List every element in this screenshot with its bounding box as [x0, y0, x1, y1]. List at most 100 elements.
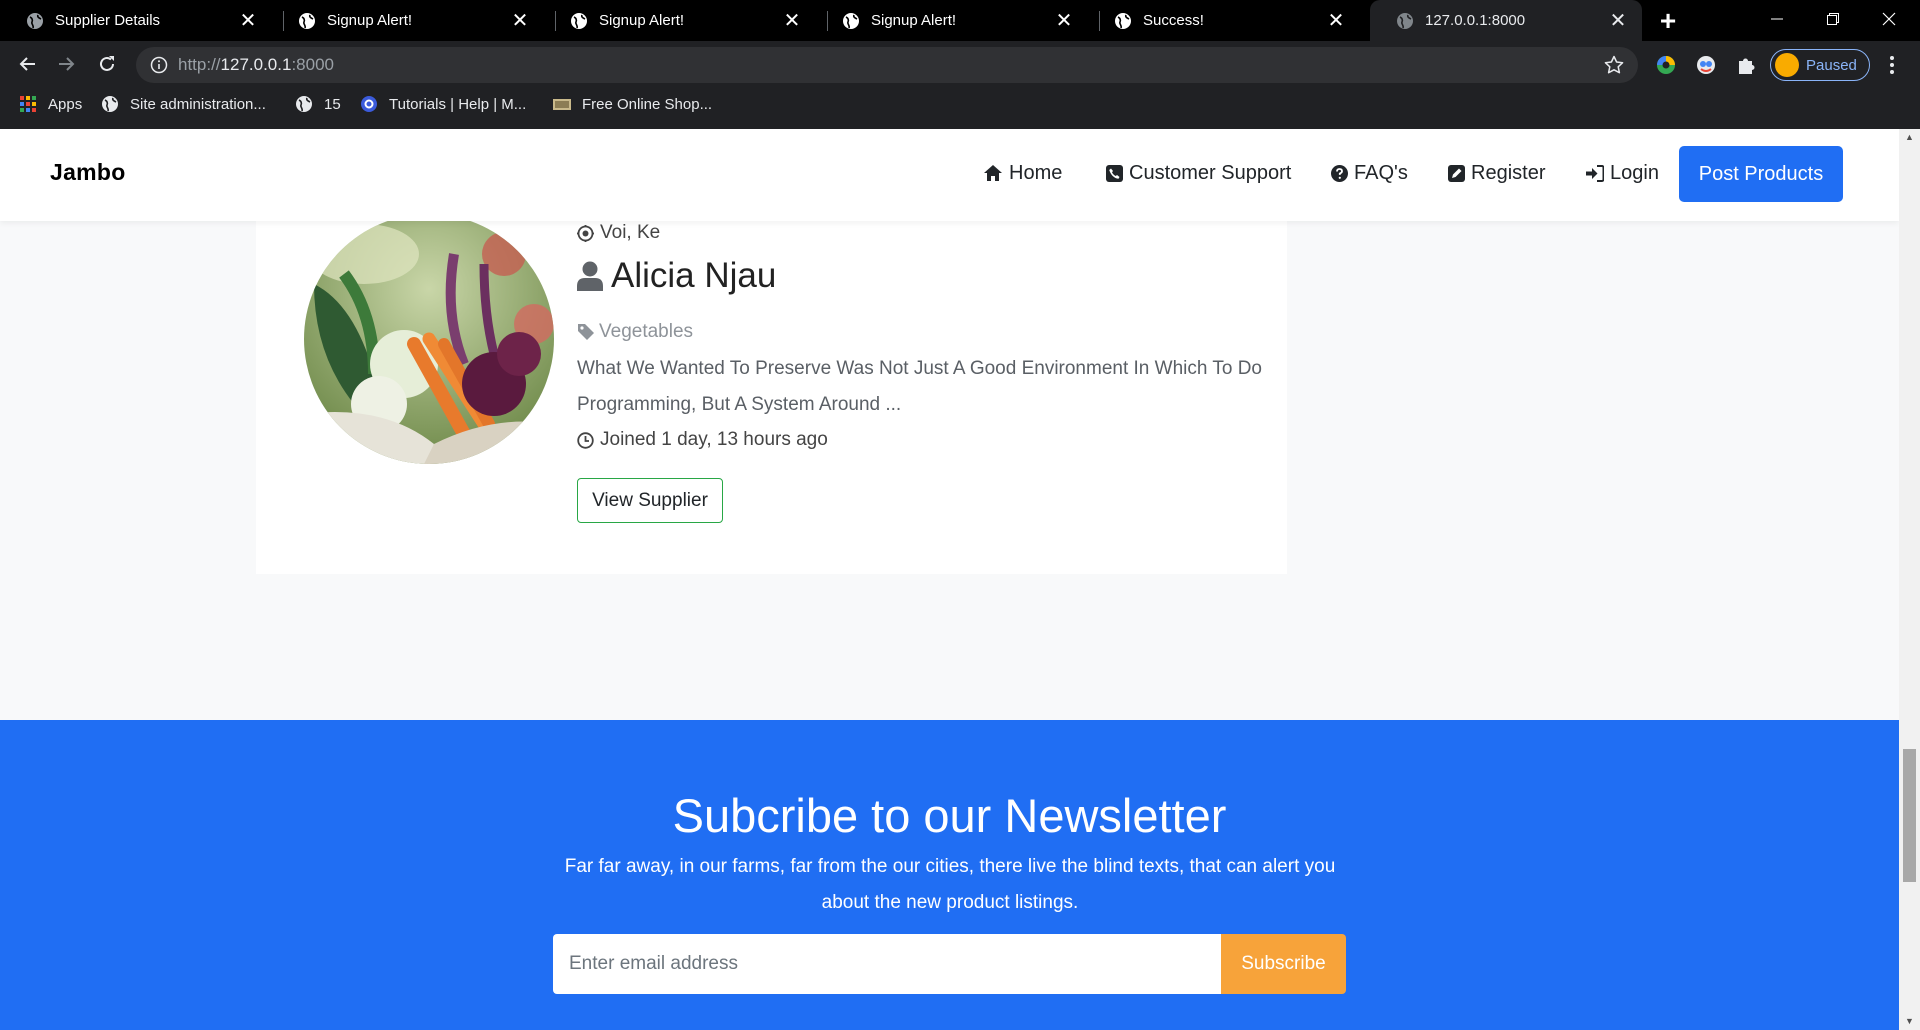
page-viewport[interactable]: Jambo Home Customer Support FAQ's Regist…: [0, 129, 1899, 1030]
supplier-photo: [304, 214, 554, 464]
close-icon[interactable]: ✕: [1324, 9, 1348, 33]
browser-toolbar: http://127.0.0.1:8000 Paused: [0, 41, 1920, 88]
browser-tab[interactable]: Signup Alert! ✕: [816, 0, 1088, 41]
extension-icon[interactable]: [1653, 52, 1679, 78]
bookmarks-bar: Apps Site administration... 15 Tutorials…: [0, 88, 1920, 129]
color-wheel-icon: [1657, 56, 1675, 74]
minimize-icon: [1771, 18, 1783, 20]
url-scheme: http://: [178, 55, 221, 74]
newsletter-text: Far far away, in our farms, far from the…: [564, 856, 1336, 913]
email-input[interactable]: [553, 934, 1221, 994]
minimize-button[interactable]: [1754, 4, 1800, 34]
close-window-button[interactable]: [1866, 4, 1912, 34]
page-scrollbar[interactable]: ▲ ▼: [1899, 129, 1920, 1030]
browser-tab[interactable]: Supplier Details ✕: [0, 0, 272, 41]
vegetables-image: [304, 214, 554, 464]
avatar: [1775, 53, 1799, 77]
joined-text: Joined 1 day, 13 hours ago: [600, 429, 828, 450]
bookmark-label: Site administration...: [130, 95, 266, 113]
tab-title: Supplier Details: [55, 12, 161, 29]
apps-grid-icon: [20, 96, 36, 112]
close-icon[interactable]: ✕: [508, 9, 532, 33]
browser-tab[interactable]: Signup Alert! ✕: [272, 0, 544, 41]
user-icon: [577, 261, 603, 291]
nav-login[interactable]: Login: [1586, 159, 1659, 187]
bookmark-site-admin[interactable]: Site administration...: [101, 88, 266, 120]
nav-faqs[interactable]: FAQ's: [1331, 159, 1408, 187]
card-icon: [553, 99, 571, 110]
category-text: Vegetables: [599, 321, 694, 342]
bookmark-label: Tutorials | Help | M...: [389, 95, 527, 113]
profile-button[interactable]: Paused: [1770, 49, 1870, 81]
sign-in-icon: [1586, 164, 1604, 182]
browser-tab[interactable]: Signup Alert! ✕: [544, 0, 816, 41]
post-products-button[interactable]: Post Products: [1679, 146, 1843, 202]
restore-button[interactable]: [1810, 4, 1856, 34]
site-navbar: Jambo Home Customer Support FAQ's Regist…: [0, 129, 1899, 221]
nav-link-label: FAQ's: [1354, 161, 1408, 184]
reload-icon: [100, 56, 114, 71]
forward-button[interactable]: [50, 47, 84, 81]
globe-icon: [1115, 12, 1131, 29]
tab-title: 127.0.0.1:8000: [1425, 12, 1526, 29]
bookmark-label: Apps: [48, 95, 83, 113]
profile-status: Paused: [1806, 56, 1857, 74]
arrow-right-icon: [59, 57, 75, 71]
arrow-left-icon: [19, 57, 35, 71]
address-bar[interactable]: http://127.0.0.1:8000: [136, 47, 1638, 83]
nav-register[interactable]: Register: [1448, 159, 1545, 187]
nav-link-label: Home: [1009, 161, 1063, 184]
view-supplier-button[interactable]: View Supplier: [577, 478, 723, 523]
nav-home[interactable]: Home: [983, 159, 1062, 187]
location-text: Voi, Ke: [600, 222, 661, 243]
nav-link-label: Register: [1471, 161, 1546, 184]
info-icon: [150, 56, 168, 74]
globe-icon: [102, 96, 118, 112]
nav-link-label: Customer Support: [1129, 161, 1292, 184]
bookmark-apps[interactable]: Apps: [19, 88, 82, 120]
back-button[interactable]: [10, 47, 44, 81]
close-icon[interactable]: ✕: [1606, 9, 1630, 33]
extensions-button[interactable]: [1733, 52, 1759, 78]
new-tab-button[interactable]: +: [1655, 7, 1681, 35]
bookmark-15[interactable]: 15: [295, 88, 341, 120]
tab-title: Signup Alert!: [327, 12, 413, 29]
brand-logo[interactable]: Jambo: [50, 159, 126, 186]
newsletter-form: Subscribe: [553, 934, 1346, 994]
nav-customer-support[interactable]: Customer Support: [1106, 159, 1291, 187]
bookmark-label: Free Online Shop...: [582, 95, 713, 113]
home-icon: [984, 165, 1002, 181]
scrollbar-thumb[interactable]: [1903, 749, 1916, 882]
globe-icon: [1397, 12, 1413, 29]
reload-button[interactable]: [90, 47, 124, 81]
url-host: 127.0.0.1: [220, 55, 292, 74]
scroll-down-icon[interactable]: ▼: [1899, 1013, 1920, 1030]
close-icon[interactable]: ✕: [1052, 9, 1076, 33]
subscribe-button[interactable]: Subscribe: [1221, 934, 1346, 994]
tab-title: Signup Alert!: [871, 12, 957, 29]
bookmark-tutorials[interactable]: Tutorials | Help | M...: [360, 88, 526, 120]
map-marker-icon: [577, 224, 594, 242]
extension-icon[interactable]: [1693, 52, 1719, 78]
mascot-icon: [1697, 56, 1715, 74]
bookmark-free-shop[interactable]: Free Online Shop...: [553, 88, 712, 120]
supplier-name-text: Alicia Njau: [611, 256, 777, 295]
supplier-location: Voi, Ke: [577, 222, 660, 244]
tab-title: Signup Alert!: [599, 12, 685, 29]
supplier-name: Alicia Njau: [577, 256, 776, 296]
star-icon[interactable]: [1604, 55, 1624, 75]
close-icon[interactable]: ✕: [236, 9, 260, 33]
tab-strip: Supplier Details ✕ Signup Alert! ✕ Signu…: [0, 0, 1920, 41]
globe-icon: [571, 12, 587, 29]
close-icon[interactable]: ✕: [780, 9, 804, 33]
supplier-description: What We Wanted To Preserve Was Not Just …: [577, 358, 1263, 415]
scroll-up-icon[interactable]: ▲: [1899, 129, 1920, 146]
browser-tab-active[interactable]: 127.0.0.1:8000 ✕: [1370, 0, 1642, 41]
menu-dots-icon[interactable]: [1882, 53, 1902, 77]
restore-icon: [1827, 13, 1839, 25]
supplier-card: Voi, Ke Alicia Njau Vegetables What We W…: [256, 214, 1287, 574]
nav-link-label: Login: [1610, 161, 1659, 184]
browser-tab[interactable]: Success! ✕: [1088, 0, 1360, 41]
newsletter-section: Subcribe to our Newsletter Far far away,…: [0, 720, 1899, 1030]
globe-icon: [843, 12, 859, 29]
